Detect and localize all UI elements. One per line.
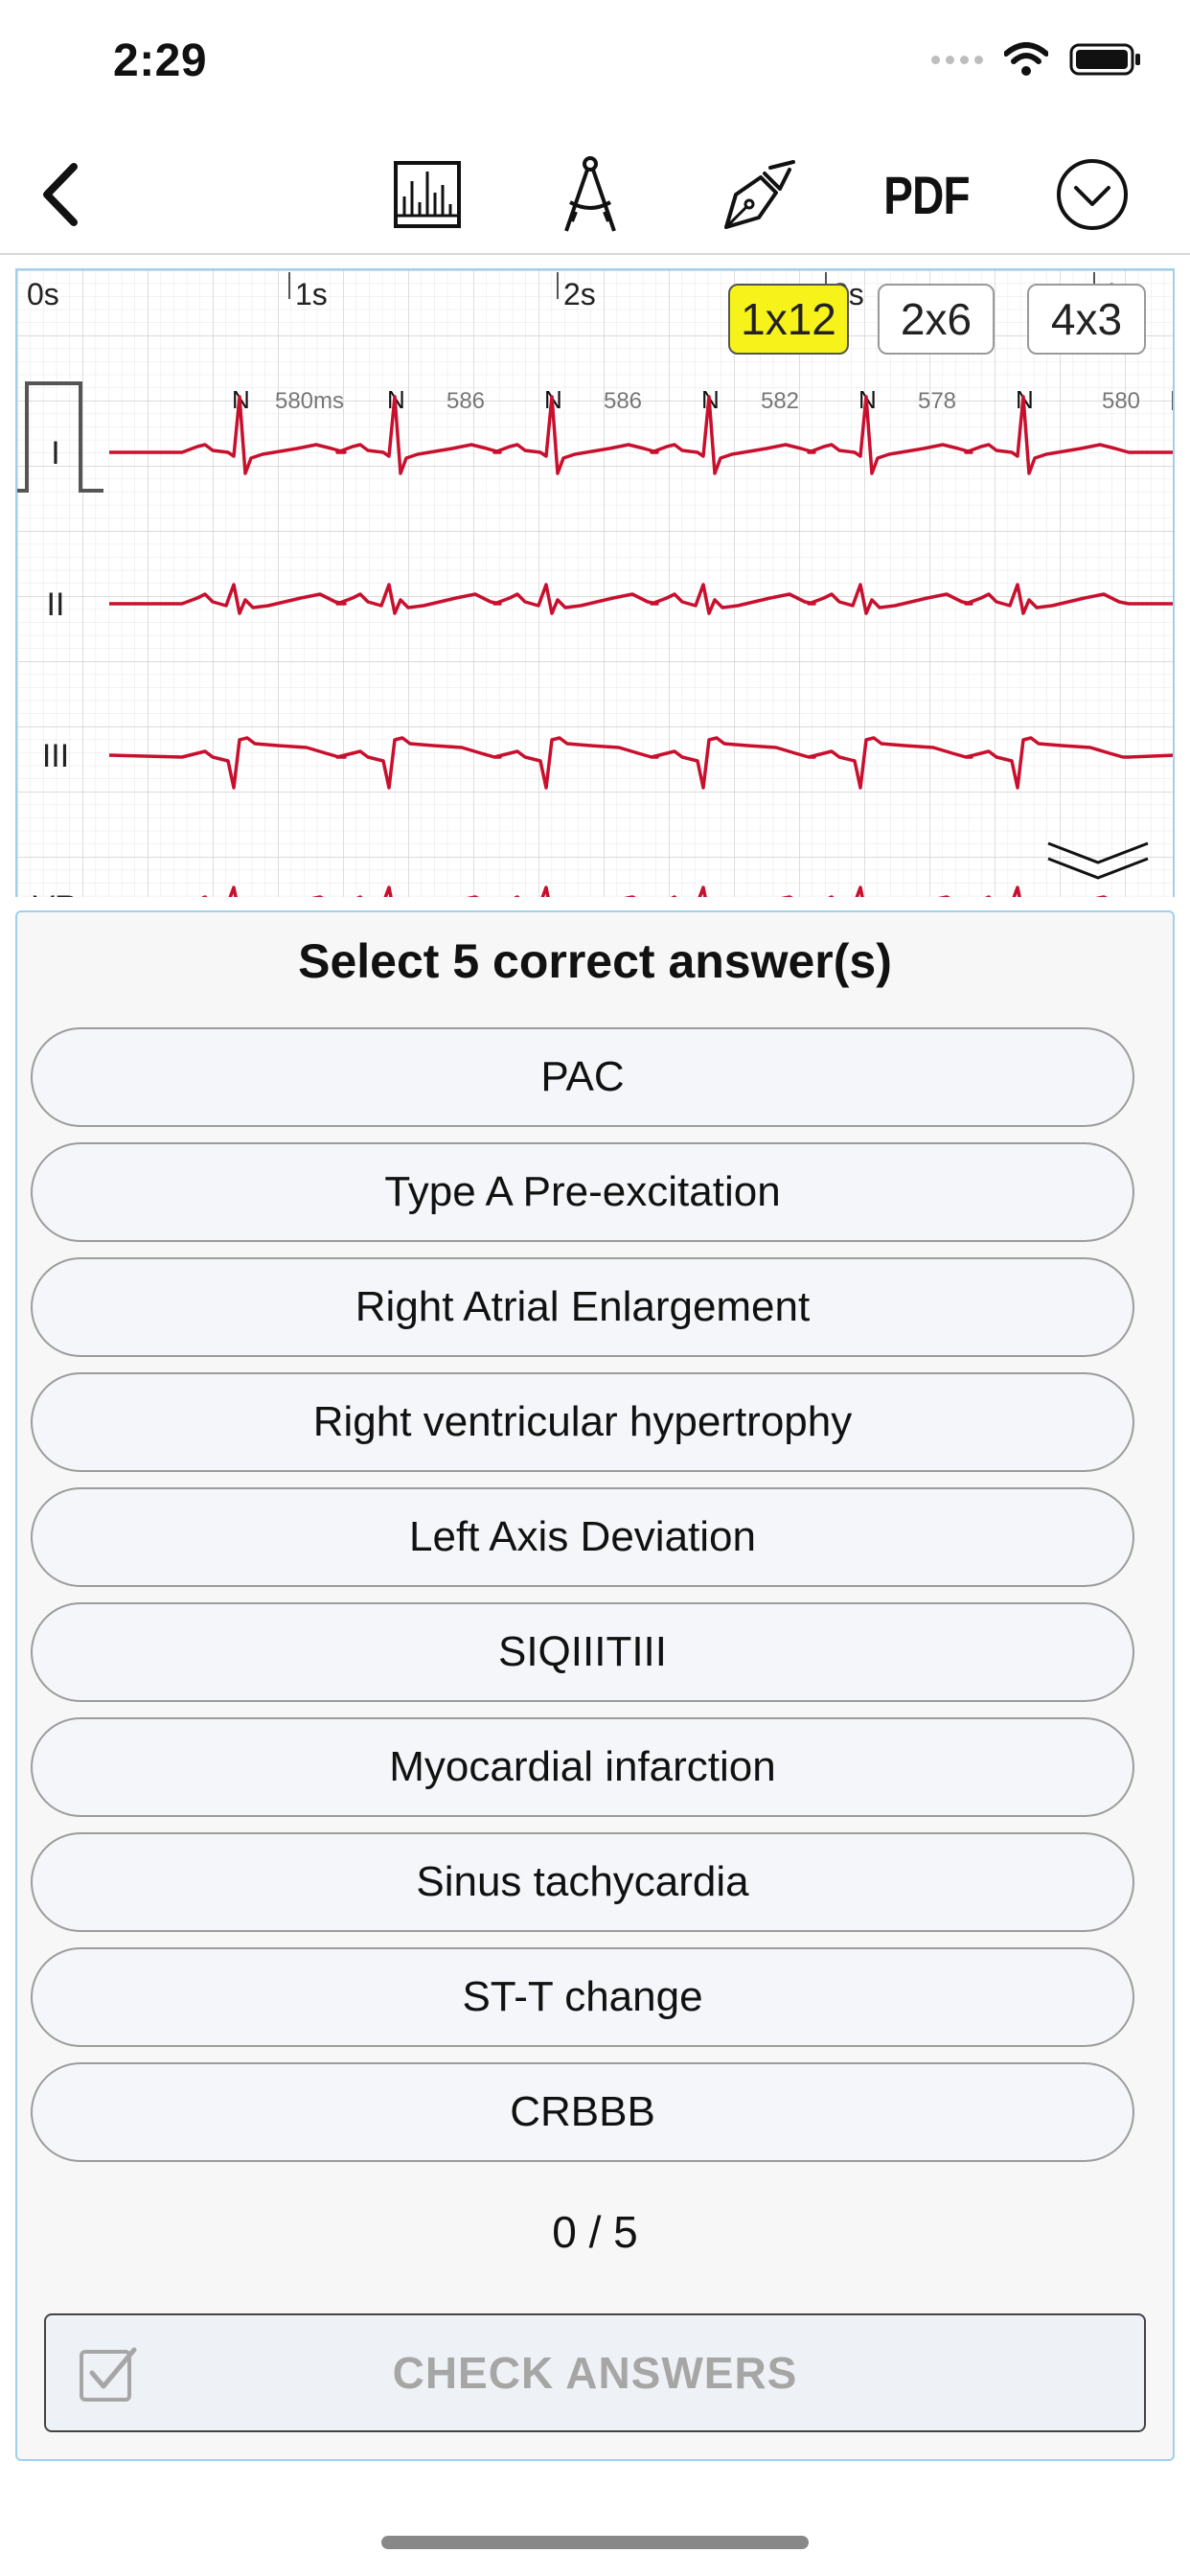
chevron-left-icon: [43, 163, 78, 226]
lead-label: II: [47, 586, 65, 623]
status-bar: 2:29: [0, 0, 1190, 134]
pen-button[interactable]: [717, 153, 799, 236]
measure-chart-icon: [394, 161, 461, 228]
time-label: 1s: [295, 277, 328, 311]
answer-option[interactable]: Left Axis Deviation: [31, 1487, 1134, 1587]
check-answers-button[interactable]: CHECK ANSWERS: [44, 2313, 1146, 2432]
battery-icon: [1069, 43, 1140, 76]
more-options-button[interactable]: [1054, 153, 1131, 236]
answer-option[interactable]: Sinus tachycardia: [31, 1832, 1134, 1932]
answer-option[interactable]: SIQIIITIII: [31, 1602, 1134, 1702]
rr-interval-label: 586: [446, 388, 485, 414]
answer-option[interactable]: PAC: [31, 1027, 1134, 1127]
pdf-button[interactable]: PDF: [883, 153, 970, 236]
time-label: 2s: [563, 277, 596, 311]
status-icons: [931, 42, 1142, 77]
checkbox-check-icon: [80, 2347, 137, 2402]
rr-interval-label: 580ms: [275, 388, 344, 414]
home-indicator: [381, 2536, 809, 2549]
rr-interval-label: 578: [918, 388, 956, 414]
answer-option[interactable]: ST-T change: [31, 1947, 1134, 2047]
layout-4x3-button[interactable]: 4x3: [1027, 284, 1146, 355]
question-heading: Select 5 correct answer(s): [298, 934, 892, 988]
rr-interval-label: 586: [604, 388, 642, 414]
score-counter: 0 / 5: [552, 2207, 638, 2257]
answer-option[interactable]: Right Atrial Enlargement: [31, 1257, 1134, 1357]
time-label: 0s: [27, 277, 59, 311]
check-answers-label: CHECK ANSWERS: [392, 2348, 798, 2398]
answer-option[interactable]: CRBBB: [31, 2062, 1134, 2162]
calipers-icon: [564, 156, 616, 232]
pen-icon: [724, 160, 795, 229]
layout-1x12-button[interactable]: 1x12: [728, 284, 849, 355]
ecg-chart[interactable]: 0s1s2s3s4s N580msN586N586N582N578N580 II…: [17, 270, 1175, 897]
cellular-signal-icon: [931, 55, 983, 64]
rr-interval-label: 582: [761, 388, 799, 414]
measure-button[interactable]: [389, 153, 466, 236]
back-button[interactable]: [27, 153, 94, 236]
ecg-viewer[interactable]: 0s1s2s3s4s N580msN586N586N582N578N580 II…: [15, 268, 1175, 897]
answer-panel: Select 5 correct answer(s) PAC Type A Pr…: [15, 910, 1175, 2461]
lead-label: VR: [33, 889, 78, 897]
answer-option[interactable]: Right ventricular hypertrophy: [31, 1372, 1134, 1472]
lead-label: III: [42, 738, 69, 774]
lead-label: I: [51, 435, 59, 472]
answer-option[interactable]: Myocardial infarction: [31, 1717, 1134, 1817]
layout-2x6-button[interactable]: 2x6: [878, 284, 995, 355]
answer-option[interactable]: Type A Pre-excitation: [31, 1142, 1134, 1242]
status-time: 2:29: [113, 35, 208, 86]
chevron-circle-down-icon: [1057, 159, 1128, 230]
toolbar: PDF: [0, 134, 1190, 255]
wifi-icon: [1004, 42, 1048, 76]
rr-interval-label: 580: [1102, 388, 1140, 414]
calipers-button[interactable]: [552, 153, 629, 236]
